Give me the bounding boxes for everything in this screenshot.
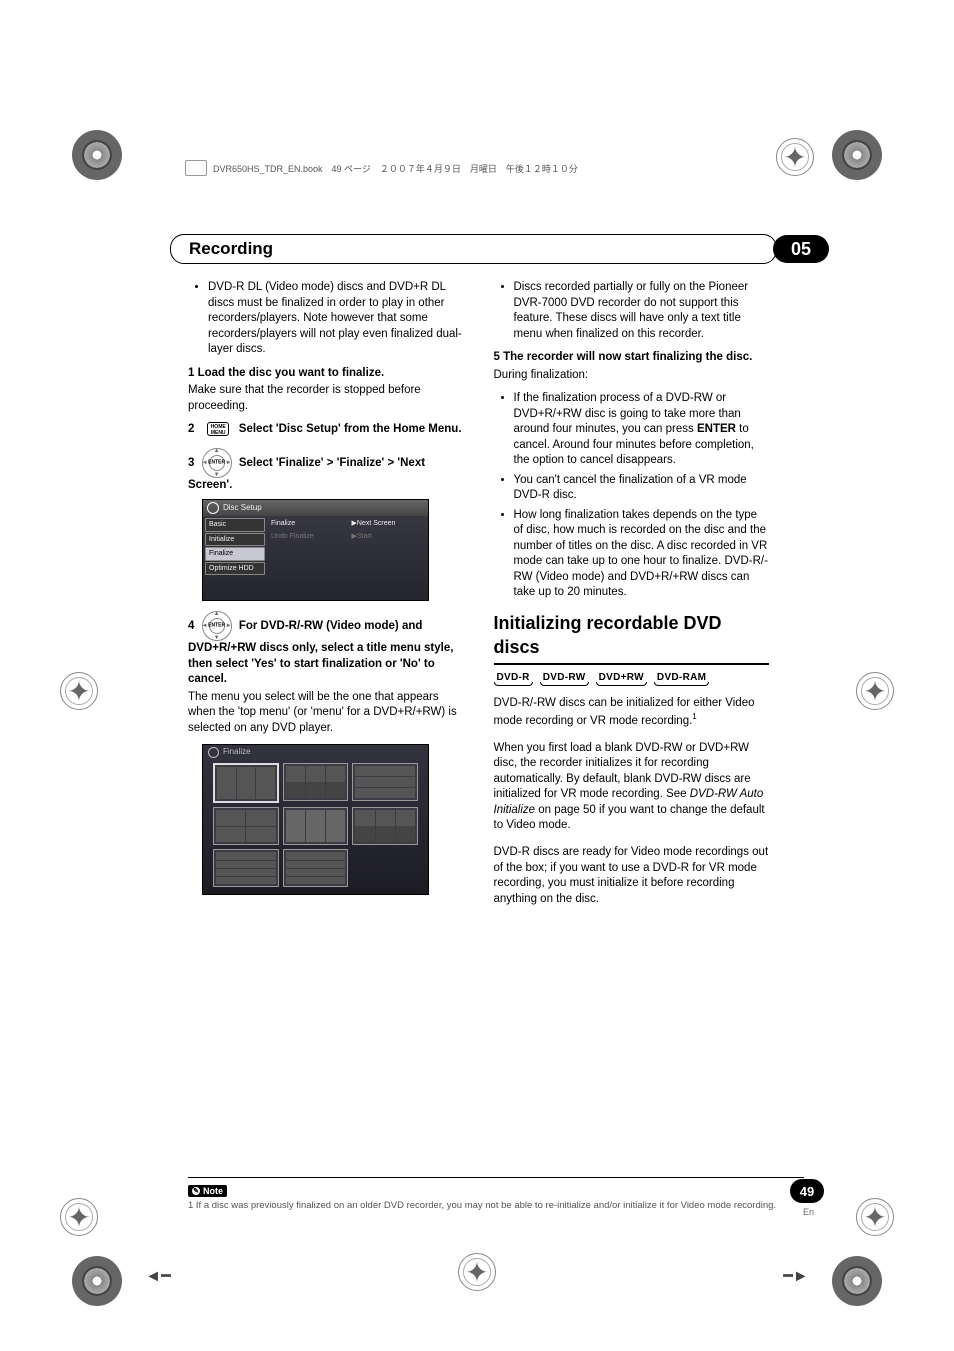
enter-label: ENTER bbox=[697, 423, 736, 435]
step-heading: 2 HOMEMENU Select 'Disc Setup' from the … bbox=[188, 422, 464, 438]
disc-type: DVD-RW bbox=[540, 672, 589, 683]
book-header: DVR650HS_TDR_EN.book 49 ページ ２００７年４月９日 月曜… bbox=[185, 160, 769, 176]
bullet-text: You can't cancel the finalization of a V… bbox=[514, 473, 770, 504]
ds-title: Disc Setup bbox=[223, 503, 262, 514]
list-item: Finalize bbox=[205, 547, 265, 560]
menu-style-thumb bbox=[283, 807, 349, 845]
footnote-box: ✎Note 1 If a disc was previously finaliz… bbox=[188, 1177, 804, 1211]
book-icon bbox=[185, 160, 207, 176]
section-heading: Initializing recordable DVD discs bbox=[494, 611, 770, 666]
menu-style-thumb bbox=[283, 763, 349, 801]
body-paragraph: DVD-R/-RW discs can be initialized for e… bbox=[494, 696, 770, 729]
step-body: The menu you select will be the one that… bbox=[188, 690, 464, 737]
page-root: ✦ ✦ ✦ ✦ ✦ ✦ ◄━ ━► DVR650HS_TDR_EN.book 4… bbox=[0, 0, 954, 1351]
step-heading: 4 ENTER ▲▼◄► For DVD-R/-RW (Video mode) … bbox=[188, 611, 464, 688]
note-badge: ✎Note bbox=[188, 1185, 227, 1197]
disc-setup-screenshot: Disc Setup Basic Initialize Finalize Opt… bbox=[202, 499, 429, 601]
list-item: Finalize bbox=[271, 519, 344, 528]
crop-ring-icon bbox=[832, 130, 882, 180]
list-item: Undo Finalize bbox=[271, 532, 344, 541]
registration-mark-icon: ✦ bbox=[458, 1253, 496, 1291]
finalize-menu-screenshot: Finalize bbox=[202, 744, 429, 895]
crop-ring-icon bbox=[832, 1256, 882, 1306]
registration-mark-icon: ✦ bbox=[60, 1198, 98, 1236]
disc-icon bbox=[208, 747, 219, 758]
step-heading: 5 The recorder will now start finalizing… bbox=[494, 350, 770, 366]
home-menu-icon: HOMEMENU bbox=[207, 422, 229, 436]
disc-type: DVD+RW bbox=[596, 672, 647, 683]
menu-style-thumb bbox=[352, 807, 418, 845]
bullet-text: How long finalization takes depends on t… bbox=[514, 508, 770, 601]
arrow-right-icon: ━► bbox=[778, 1266, 814, 1286]
disc-icon bbox=[207, 502, 219, 514]
right-column: Discs recorded partially or fully on the… bbox=[494, 280, 770, 1131]
registration-mark-icon: ✦ bbox=[856, 672, 894, 710]
body-paragraph: When you first load a blank DVD-RW or DV… bbox=[494, 741, 770, 834]
step-body: Make sure that the recorder is stopped b… bbox=[188, 383, 464, 414]
book-info-text: DVR650HS_TDR_EN.book 49 ページ ２００７年４月９日 月曜… bbox=[213, 162, 578, 175]
step-text: Select 'Disc Setup' from the Home Menu. bbox=[239, 423, 462, 435]
registration-mark-icon: ✦ bbox=[776, 138, 814, 176]
menu-style-thumb bbox=[283, 849, 349, 887]
list-item: ▶Next Screen bbox=[352, 519, 425, 528]
page-language: En bbox=[803, 1207, 814, 1217]
step-heading: 1 Load the disc you want to finalize. bbox=[188, 366, 464, 382]
step-number: 3 bbox=[188, 457, 194, 469]
list-item: Basic bbox=[205, 518, 265, 531]
enter-button-icon: ENTER ▲▼◄► bbox=[202, 611, 232, 641]
step-number: 4 bbox=[188, 620, 194, 632]
bullet-text: Discs recorded partially or fully on the… bbox=[514, 280, 770, 342]
step-body: During finalization: bbox=[494, 368, 770, 384]
body-paragraph: DVD-R discs are ready for Video mode rec… bbox=[494, 845, 770, 907]
enter-button-icon: ENTER ▲▼◄► bbox=[202, 448, 232, 478]
arrow-left-icon: ◄━ bbox=[140, 1266, 176, 1286]
page-number: 49 bbox=[790, 1179, 824, 1203]
crop-ring-icon bbox=[72, 1256, 122, 1306]
pencil-icon: ✎ bbox=[192, 1187, 200, 1195]
registration-mark-icon: ✦ bbox=[856, 1198, 894, 1236]
crop-ring-icon bbox=[72, 130, 122, 180]
step-number: 2 bbox=[188, 423, 194, 435]
content-columns: DVD-R DL (Video mode) discs and DVD+R DL… bbox=[188, 280, 769, 1131]
chapter-title: Recording bbox=[170, 234, 777, 264]
menu-style-thumb bbox=[213, 849, 279, 887]
disc-type: DVD-R bbox=[494, 672, 533, 683]
list-item: ▶Start bbox=[352, 532, 425, 541]
left-column: DVD-R DL (Video mode) discs and DVD+R DL… bbox=[188, 280, 464, 1131]
disc-type-badges: DVD-R DVD-RW DVD+RW DVD-RAM bbox=[494, 671, 770, 685]
bullet-text: DVD-R DL (Video mode) discs and DVD+R DL… bbox=[208, 280, 464, 358]
fm-title: Finalize bbox=[223, 747, 251, 758]
menu-style-thumb bbox=[213, 807, 279, 845]
chapter-header: Recording 05 bbox=[170, 235, 829, 263]
registration-mark-icon: ✦ bbox=[60, 672, 98, 710]
list-item: Initialize bbox=[205, 533, 265, 546]
menu-style-thumb bbox=[352, 763, 418, 801]
menu-style-thumb bbox=[213, 763, 279, 803]
step-heading: 3 ENTER ▲▼◄► Select 'Finalize' > 'Finali… bbox=[188, 448, 464, 494]
footnote-text: 1 If a disc was previously finalized on … bbox=[188, 1200, 804, 1211]
bullet-text: If the finalization process of a DVD-RW … bbox=[514, 391, 770, 469]
chapter-number: 05 bbox=[773, 235, 829, 263]
disc-type: DVD-RAM bbox=[654, 672, 709, 683]
list-item: Optimize HDD bbox=[205, 562, 265, 575]
